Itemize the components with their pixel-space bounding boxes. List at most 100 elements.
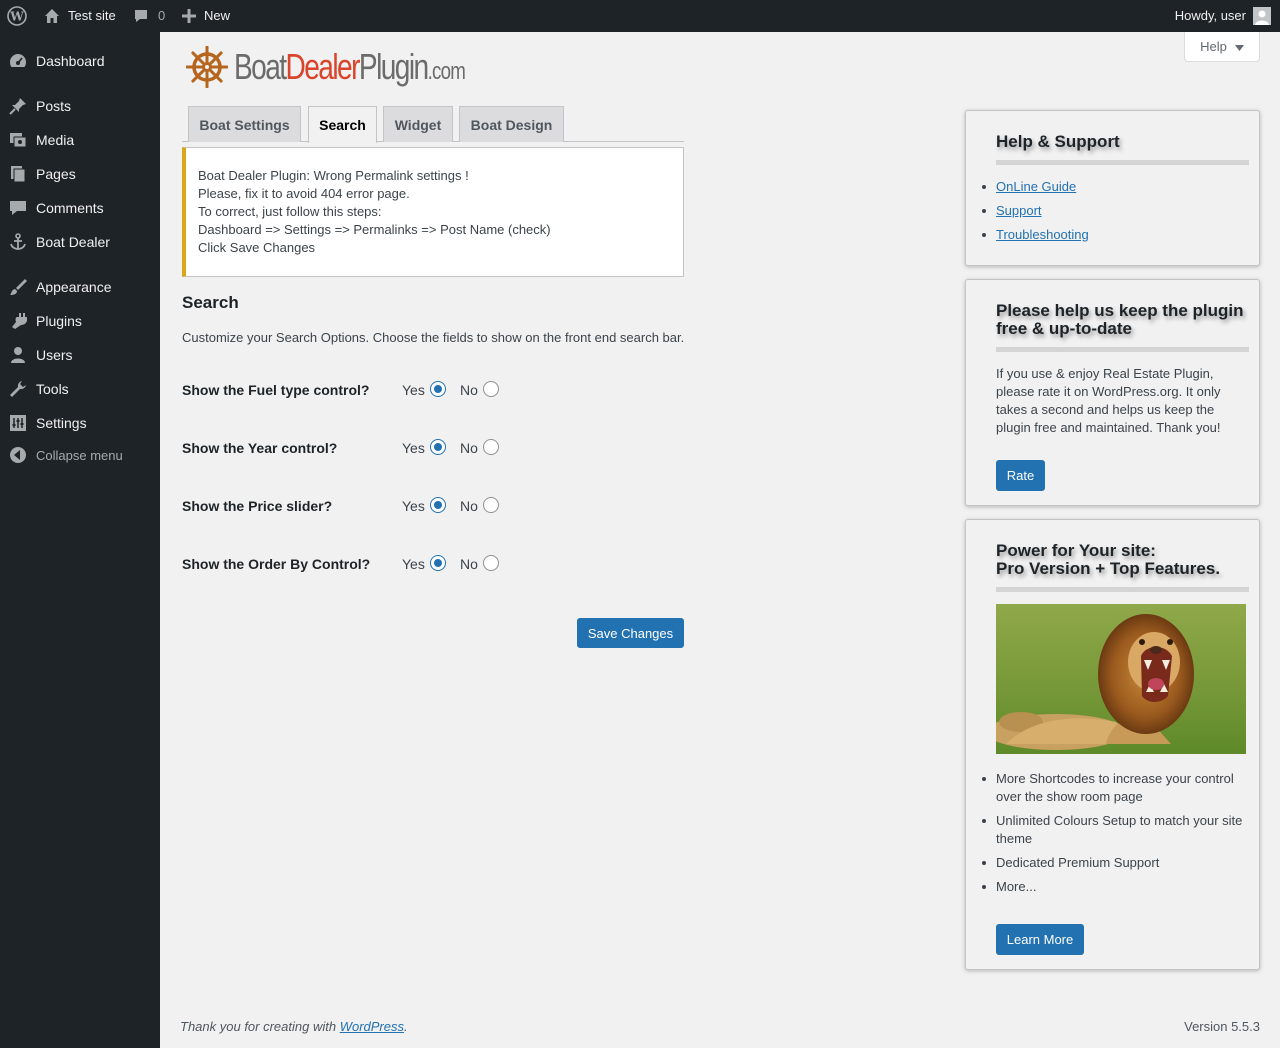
rate-plugin-box: Please help us keep the plugin free & up… — [965, 279, 1260, 506]
help-tab-label: Help — [1200, 39, 1227, 54]
fuel-type-no-radio[interactable] — [483, 381, 499, 397]
list-item: Troubleshooting — [982, 226, 1249, 244]
support-link[interactable]: Support — [996, 203, 1042, 218]
collapse-arrow-icon — [8, 445, 28, 465]
year-option: Show the Year control? Yes No — [182, 438, 684, 458]
menu-label-comments: Comments — [36, 200, 104, 216]
menu-label-plugins: Plugins — [36, 313, 82, 329]
year-yes-radio[interactable] — [430, 439, 446, 455]
yes-label: Yes — [402, 556, 425, 572]
menu-item-dashboard[interactable]: Dashboard — [0, 44, 160, 78]
wordpress-logo-icon[interactable]: W — [7, 0, 27, 32]
logo-text-dotcom: .com — [427, 58, 466, 85]
avatar — [1253, 7, 1271, 25]
menu-label-dashboard: Dashboard — [36, 53, 105, 69]
pro-version-box: Power for Your site: Pro Version + Top F… — [965, 519, 1260, 970]
comment-icon — [8, 198, 28, 218]
plugin-icon — [8, 311, 28, 331]
notice-line: To correct, just follow this steps: — [198, 204, 382, 219]
home-icon — [44, 8, 60, 24]
media-icon — [8, 130, 28, 150]
menu-label-users: Users — [36, 347, 73, 363]
comments-link[interactable]: 0 — [133, 0, 165, 32]
logo-wordmark: BoatDealerPlugin.com — [234, 46, 466, 88]
menu-item-comments[interactable]: Comments — [0, 191, 160, 225]
collapse-menu-button[interactable]: Collapse menu — [0, 438, 160, 472]
section-description: Customize your Search Options. Choose th… — [182, 330, 685, 345]
price-slider-yes-radio[interactable] — [430, 497, 446, 513]
menu-item-plugins[interactable]: Plugins — [0, 304, 160, 338]
order-by-no-radio[interactable] — [483, 555, 499, 571]
plus-icon — [182, 9, 196, 23]
tab-boat-design[interactable]: Boat Design — [459, 106, 564, 142]
wordpress-link[interactable]: WordPress — [340, 1019, 404, 1034]
year-no-radio[interactable] — [483, 439, 499, 455]
help-support-title: Help & Support — [996, 133, 1249, 165]
yes-label: Yes — [402, 498, 425, 514]
site-name-link[interactable]: Test site — [44, 0, 116, 32]
new-label: New — [204, 8, 231, 23]
admin-menu: Dashboard Posts Media Pages Comments Boa… — [0, 32, 160, 1048]
dashboard-icon — [8, 51, 28, 71]
footer-thanks-suffix: . — [404, 1019, 408, 1034]
fuel-type-option: Show the Fuel type control? Yes No — [182, 380, 684, 400]
help-support-box: Help & Support OnLine Guide Support Trou… — [965, 110, 1260, 266]
list-item: More Shortcodes to increase your control… — [982, 770, 1249, 806]
rate-box-text: If you use & enjoy Real Estate Plugin, p… — [996, 366, 1221, 435]
learn-more-button[interactable]: Learn More — [996, 924, 1084, 955]
rate-box-title: Please help us keep the plugin free & up… — [996, 302, 1249, 352]
price-slider-no-radio[interactable] — [483, 497, 499, 513]
online-guide-link[interactable]: OnLine Guide — [996, 179, 1076, 194]
option-label: Show the Fuel type control? — [182, 382, 370, 398]
settings-tabs: Boat Settings Search Widget Boat Design — [182, 106, 684, 143]
tab-search[interactable]: Search — [308, 106, 377, 143]
menu-item-settings[interactable]: Settings — [0, 406, 160, 440]
user-icon — [8, 345, 28, 365]
tab-boat-settings[interactable]: Boat Settings — [188, 106, 301, 142]
rate-title-line2: free & up-to-date — [996, 319, 1132, 338]
option-label: Show the Order By Control? — [182, 556, 371, 572]
yes-label: Yes — [402, 440, 425, 456]
lion-image — [996, 604, 1246, 754]
menu-label-boat-dealer: Boat Dealer — [36, 234, 110, 250]
comments-count: 0 — [158, 8, 166, 23]
settings-icon — [8, 413, 28, 433]
menu-item-posts[interactable]: Posts — [0, 89, 160, 123]
site-name-label: Test site — [68, 8, 116, 23]
price-slider-option: Show the Price slider? Yes No — [182, 496, 684, 516]
collapse-menu-label: Collapse menu — [36, 447, 123, 463]
menu-label-posts: Posts — [36, 98, 72, 114]
order-by-yes-radio[interactable] — [430, 555, 446, 571]
footer-thanks-prefix: Thank you for creating with — [180, 1019, 340, 1034]
notice-line: Boat Dealer Plugin: Wrong Permalink sett… — [198, 168, 469, 183]
pages-icon — [8, 164, 28, 184]
notice-line: Please, fix it to avoid 404 error page. — [198, 186, 410, 201]
rate-title-line1: Please help us keep the plugin — [996, 301, 1244, 320]
fuel-type-yes-radio[interactable] — [430, 381, 446, 397]
admin-bar: W Test site 0 New Howdy, user — [0, 0, 1280, 32]
menu-item-pages[interactable]: Pages — [0, 157, 160, 191]
save-changes-button[interactable]: Save Changes — [577, 618, 684, 648]
menu-label-pages: Pages — [36, 166, 76, 182]
menu-item-tools[interactable]: Tools — [0, 372, 160, 406]
new-content-link[interactable]: New — [182, 0, 230, 32]
menu-item-users[interactable]: Users — [0, 338, 160, 372]
help-tab-button[interactable]: Help — [1184, 32, 1260, 62]
rate-button[interactable]: Rate — [996, 460, 1045, 491]
tab-widget[interactable]: Widget — [383, 106, 453, 142]
brush-icon — [8, 277, 28, 297]
menu-item-media[interactable]: Media — [0, 123, 160, 157]
no-label: No — [460, 556, 478, 572]
pro-features-list: More Shortcodes to increase your control… — [982, 770, 1249, 902]
no-label: No — [460, 382, 478, 398]
menu-item-boat-dealer[interactable]: Boat Dealer — [0, 225, 160, 259]
menu-item-appearance[interactable]: Appearance — [0, 270, 160, 304]
anchor-icon — [8, 232, 28, 252]
pro-title-line2: Pro Version + Top Features. — [996, 559, 1221, 578]
user-account-link[interactable]: Howdy, user — [1175, 0, 1271, 32]
menu-label-tools: Tools — [36, 381, 69, 397]
troubleshooting-link[interactable]: Troubleshooting — [996, 227, 1089, 242]
footer-thanks: Thank you for creating with WordPress. — [180, 1019, 408, 1034]
caret-down-icon — [1234, 39, 1244, 54]
menu-label-media: Media — [36, 132, 75, 148]
